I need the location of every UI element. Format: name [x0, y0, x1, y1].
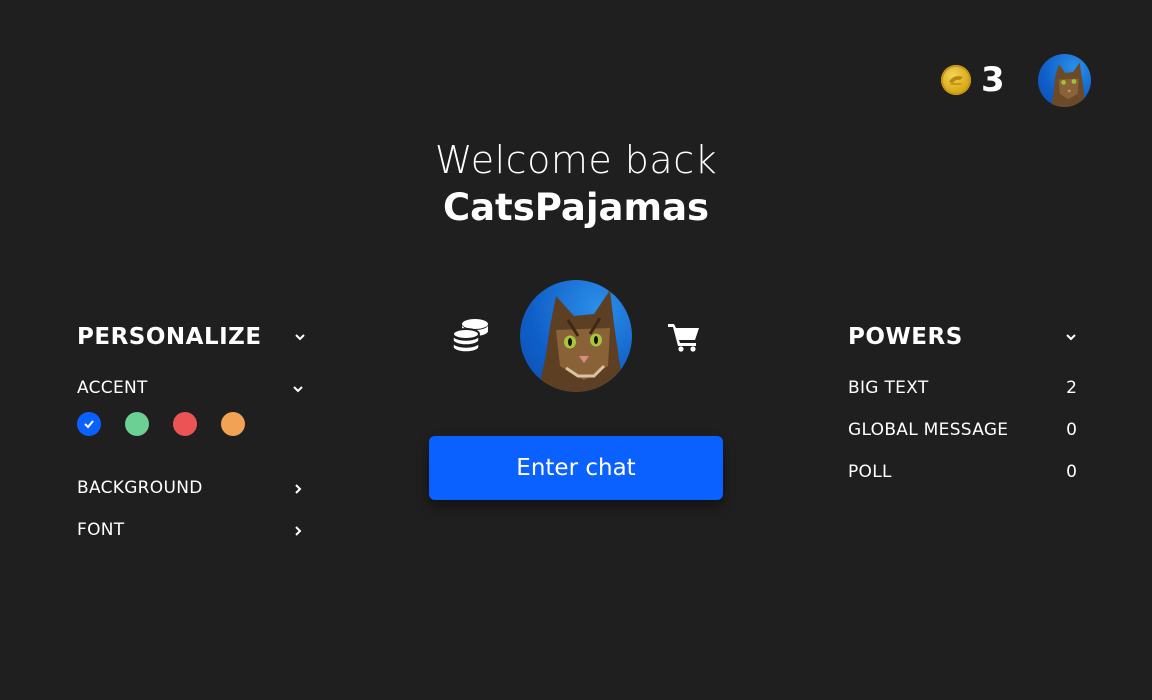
- welcome-greeting: Welcome back: [434, 138, 718, 182]
- background-option[interactable]: BACKGROUND: [77, 478, 203, 498]
- profile-avatar[interactable]: [1038, 54, 1091, 107]
- accent-collapse-toggle[interactable]: [291, 381, 305, 400]
- chevron-down-icon: [293, 386, 303, 393]
- power-label: GLOBAL MESSAGE: [848, 420, 1009, 440]
- chevron-down-icon: [295, 334, 305, 341]
- username: CatsPajamas: [442, 186, 710, 229]
- coin-balance[interactable]: 3: [941, 62, 1005, 98]
- accent-swatch-red[interactable]: [173, 412, 197, 436]
- coin-count: 3: [981, 60, 1005, 100]
- coin-icon: [941, 65, 971, 95]
- accent-swatch-blue[interactable]: [77, 412, 101, 436]
- cat-photo: [1051, 62, 1086, 107]
- powers-collapse-toggle[interactable]: [1064, 329, 1078, 348]
- personalize-title: PERSONALIZE: [77, 324, 262, 350]
- power-count: 0: [1066, 462, 1077, 482]
- chevron-right-icon: [295, 484, 302, 494]
- chevron-down-icon: [1066, 334, 1076, 341]
- font-option[interactable]: FONT: [77, 520, 124, 540]
- font-expand[interactable]: [291, 523, 305, 542]
- powers-title: POWERS: [848, 324, 963, 350]
- power-label: BIG TEXT: [848, 378, 929, 398]
- power-label: POLL: [848, 462, 892, 482]
- power-count: 0: [1066, 420, 1077, 440]
- accent-swatch-orange[interactable]: [221, 412, 245, 436]
- check-icon: [84, 420, 94, 429]
- power-count: 2: [1066, 378, 1077, 398]
- personalize-collapse-toggle[interactable]: [293, 329, 307, 348]
- cart-icon[interactable]: [668, 322, 700, 356]
- coins-stack-icon[interactable]: [452, 316, 490, 358]
- accent-swatch-green[interactable]: [125, 412, 149, 436]
- cat-photo: [538, 290, 624, 392]
- main-avatar[interactable]: [520, 280, 632, 392]
- accent-label: ACCENT: [77, 378, 148, 398]
- background-expand[interactable]: [291, 481, 305, 500]
- chevron-right-icon: [295, 526, 302, 536]
- enter-chat-button[interactable]: Enter chat: [429, 436, 723, 500]
